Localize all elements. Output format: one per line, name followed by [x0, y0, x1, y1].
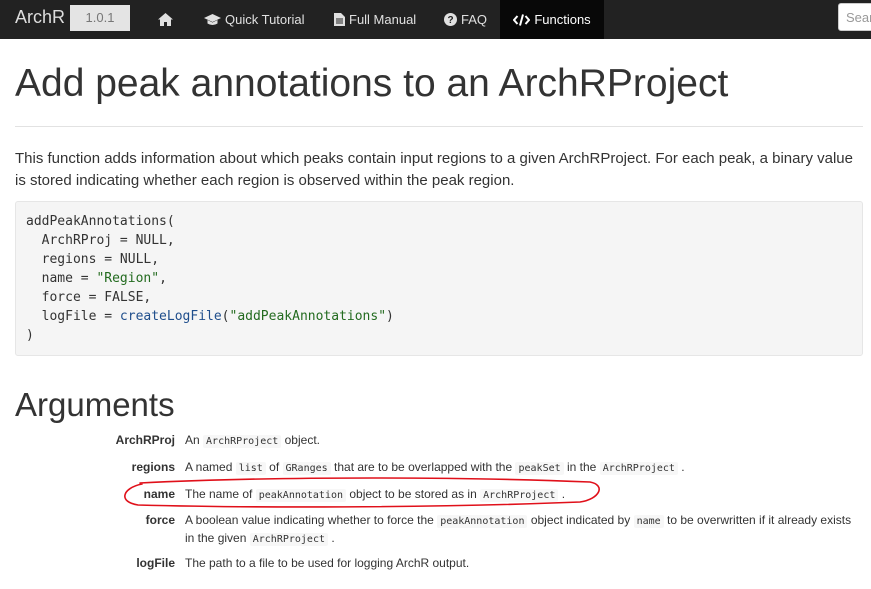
file-icon [334, 13, 345, 26]
nav-full-manual[interactable]: Full Manual [334, 0, 416, 39]
home-icon [158, 13, 173, 26]
brand-link[interactable]: ArchR [15, 7, 65, 28]
code-line: ArchRProj = NULL, [26, 233, 175, 248]
nav-label: Full Manual [349, 11, 417, 27]
divider [15, 126, 863, 127]
argument-description: A named list of GRanges that are to be o… [185, 460, 685, 475]
usage-code-block: addPeakAnnotations( ArchRProj = NULL, re… [15, 201, 863, 356]
nav-label: Functions [534, 11, 591, 27]
nav-quick-tutorial[interactable]: Quick Tutorial [204, 0, 304, 39]
argument-description: A boolean value indicating whether to fo… [185, 513, 852, 546]
code-text: logFile = [26, 309, 120, 324]
code-text: , [159, 271, 167, 286]
code-icon [513, 13, 531, 26]
nav-home[interactable] [158, 0, 173, 39]
code-text: ) [386, 309, 394, 324]
argument-name: logFile [136, 556, 175, 570]
nav-label: FAQ [461, 11, 488, 27]
version-badge: 1.0.1 [70, 5, 130, 31]
nav-label: Quick Tutorial [225, 11, 305, 27]
argument-name: name [143, 487, 175, 501]
code-string: "addPeakAnnotations" [229, 309, 387, 324]
code-line: ) [26, 328, 34, 343]
navbar: ArchR 1.0.1 Quick Tutorial Full Manual ?… [0, 0, 871, 39]
argument-name: force [145, 513, 175, 527]
code-line: force = FALSE, [26, 290, 152, 305]
question-circle-icon: ? [444, 13, 457, 26]
page-description: This function adds information about whi… [15, 150, 853, 189]
argument-description: The name of peakAnnotation object to be … [185, 487, 566, 502]
arguments-heading: Arguments [15, 386, 175, 423]
argument-name: ArchRProj [115, 433, 175, 447]
code-line: name = "Region", [26, 269, 852, 288]
code-line: logFile = createLogFile("addPeakAnnotati… [26, 307, 852, 326]
graduation-cap-icon [204, 13, 221, 25]
code-line: addPeakAnnotations( [26, 214, 175, 229]
nav-faq[interactable]: ? FAQ [444, 0, 487, 39]
search-input[interactable]: Search [838, 3, 871, 31]
argument-name: regions [131, 460, 175, 474]
code-text: name = [26, 271, 97, 286]
argument-description: An ArchRProject object. [185, 433, 320, 448]
argument-description: The path to a file to be used for loggin… [185, 556, 470, 570]
code-text: ( [221, 309, 230, 324]
svg-text:?: ? [447, 15, 453, 26]
code-line: regions = NULL, [26, 252, 160, 267]
code-string: "Region" [96, 271, 160, 286]
nav-functions[interactable]: Functions [500, 0, 604, 39]
page-title: Add peak annotations to an ArchRProject [15, 62, 729, 105]
code-function-link[interactable]: createLogFile [120, 309, 222, 324]
